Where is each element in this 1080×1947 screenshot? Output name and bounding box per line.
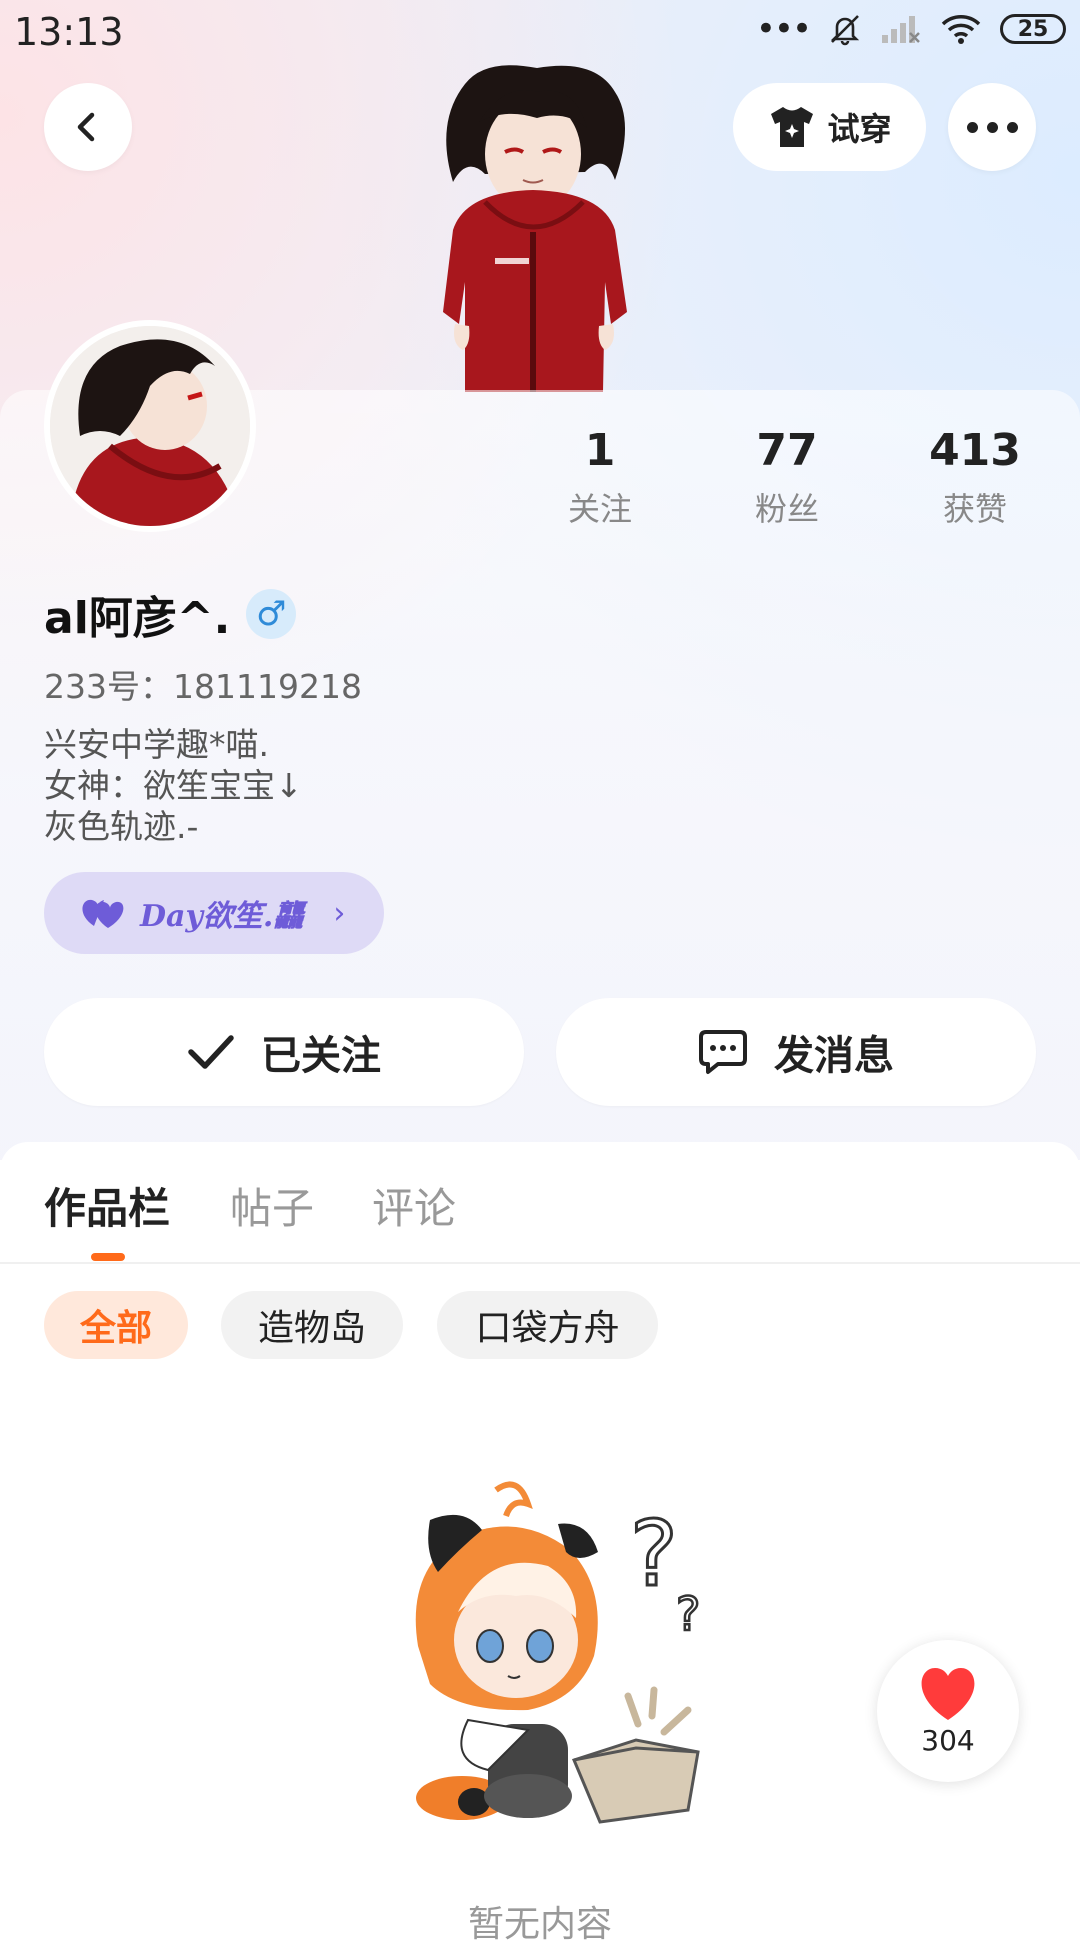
chevron-right-icon: › <box>333 895 346 931</box>
chevron-left-icon <box>77 112 95 142</box>
male-gender-icon: ♂ <box>246 589 297 639</box>
stat-followers[interactable]: 77 粉丝 <box>717 425 857 530</box>
tab-posts[interactable]: 帖子 <box>230 1175 314 1236</box>
username: al阿彦^. <box>44 593 231 644</box>
status-time: 13:13 <box>14 10 124 54</box>
like-floating-button[interactable]: 304 <box>877 1640 1019 1782</box>
send-message-button[interactable]: 发消息 <box>556 998 1036 1106</box>
try-on-button[interactable]: 试穿 <box>733 83 926 171</box>
bio: 兴安中学趣*喵. 女神：欲笙宝宝↓ 灰色轨迹.- <box>44 724 303 847</box>
more-notifications-icon: ••• <box>755 9 812 49</box>
active-tab-indicator <box>91 1253 125 1261</box>
followers-label: 粉丝 <box>754 490 819 528</box>
svg-text:?: ? <box>676 1587 700 1641</box>
filter-all-chip[interactable]: 全部 <box>44 1291 188 1359</box>
send-message-label: 发消息 <box>774 1033 894 1079</box>
couple-badge-button[interactable]: Day欲笙.龘 › <box>44 872 384 954</box>
following-label: 关注 <box>567 490 632 528</box>
bio-line: 灰色轨迹.- <box>44 807 199 846</box>
followed-label: 已关注 <box>261 1033 381 1079</box>
user-id: 233号：181119218 <box>44 667 362 706</box>
signal-icon <box>882 16 920 43</box>
message-bubble-icon <box>699 1030 747 1074</box>
bio-line: 兴安中学趣*喵. <box>44 725 269 764</box>
avatar-image <box>50 326 250 526</box>
filter-pocket-ark-chip[interactable]: 口袋方舟 <box>437 1291 658 1359</box>
wifi-icon <box>941 15 981 44</box>
status-bar: 13:13 ••• 25 <box>0 0 1080 68</box>
couple-name: Day欲笙.龘 <box>140 899 304 934</box>
empty-state-mascot-image: ? ? <box>415 1481 702 1824</box>
tab-comments[interactable]: 评论 <box>372 1175 456 1236</box>
tab-works[interactable]: 作品栏 <box>44 1175 170 1236</box>
tab-divider <box>0 1262 1080 1264</box>
avatar-figure-image <box>443 65 627 392</box>
stat-following[interactable]: 1 关注 <box>530 425 670 530</box>
stat-likes[interactable]: 413 获赞 <box>905 425 1045 530</box>
muted-bell-icon <box>830 15 860 46</box>
status-icons: ••• 25 <box>756 12 1066 46</box>
likes-label: 获赞 <box>942 490 1007 528</box>
like-count: 304 <box>921 1723 975 1757</box>
more-dots-icon <box>966 121 1018 133</box>
followers-count: 77 <box>756 425 818 476</box>
bio-line: 女神：欲笙宝宝↓ <box>44 766 303 805</box>
filter-creation-island-chip[interactable]: 造物岛 <box>221 1291 403 1359</box>
svg-text:?: ? <box>630 1502 678 1607</box>
avatar[interactable] <box>44 320 256 532</box>
battery-icon: 25 <box>1000 14 1066 44</box>
double-heart-icon <box>82 899 124 928</box>
tshirt-icon <box>771 107 814 147</box>
likes-count: 413 <box>929 425 1021 476</box>
back-button[interactable] <box>44 83 132 171</box>
try-on-label: 试穿 <box>827 110 892 148</box>
heart-icon <box>921 1667 975 1720</box>
followed-button[interactable]: 已关注 <box>44 998 524 1106</box>
empty-state-text: 暂无内容 <box>467 1904 612 1945</box>
following-count: 1 <box>584 425 616 476</box>
more-button[interactable] <box>948 83 1036 171</box>
name-row: al阿彦^. ♂ <box>44 582 297 646</box>
checkmark-icon <box>188 1035 234 1069</box>
